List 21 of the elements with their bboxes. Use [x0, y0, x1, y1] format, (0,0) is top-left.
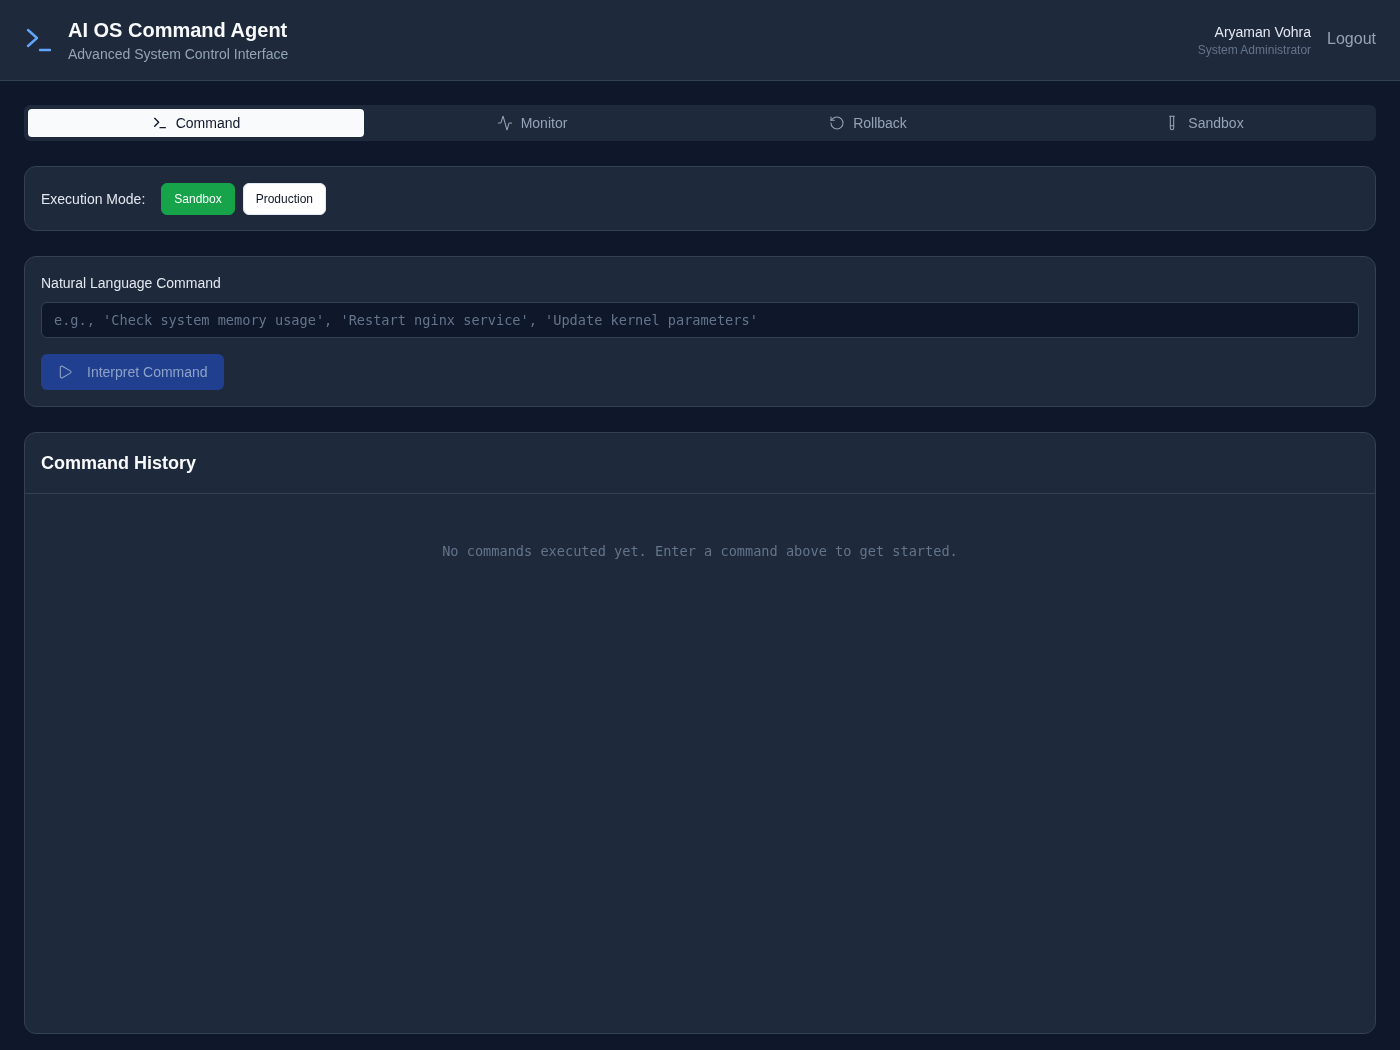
play-icon	[57, 364, 73, 380]
command-input[interactable]: e.g., 'Check system memory usage', 'Restart nginx service', 'Update kernel parameters'	[41, 302, 1359, 338]
tab[interactable]: Command	[28, 109, 364, 137]
pulse-icon	[496, 115, 513, 131]
rotate-icon	[829, 115, 846, 131]
app-subtitle: Advanced System Control Interface	[68, 44, 289, 63]
empty-history-message: No commands executed yet. Enter a command above to get started.	[442, 543, 958, 559]
command-label: Natural Language Command	[41, 274, 222, 292]
user-role: System Administrator	[1197, 42, 1312, 58]
terminal-logo-icon	[26, 28, 52, 52]
tab[interactable]: Rollback	[700, 109, 1036, 137]
execution-mode-label: Execution Mode:	[41, 190, 146, 207]
terminal-icon	[151, 115, 168, 131]
tab[interactable]: Sandbox	[1036, 109, 1372, 137]
mode-button[interactable]: Production	[242, 182, 327, 215]
logout-button[interactable]: Logout	[1327, 30, 1376, 48]
user-name: Aryaman Vohra	[1214, 22, 1312, 41]
app-title: AI OS Command Agent	[68, 17, 289, 42]
tab[interactable]: Monitor	[364, 109, 700, 137]
mode-button[interactable]: Sandbox	[161, 182, 235, 215]
history-title: Command History	[41, 452, 197, 474]
